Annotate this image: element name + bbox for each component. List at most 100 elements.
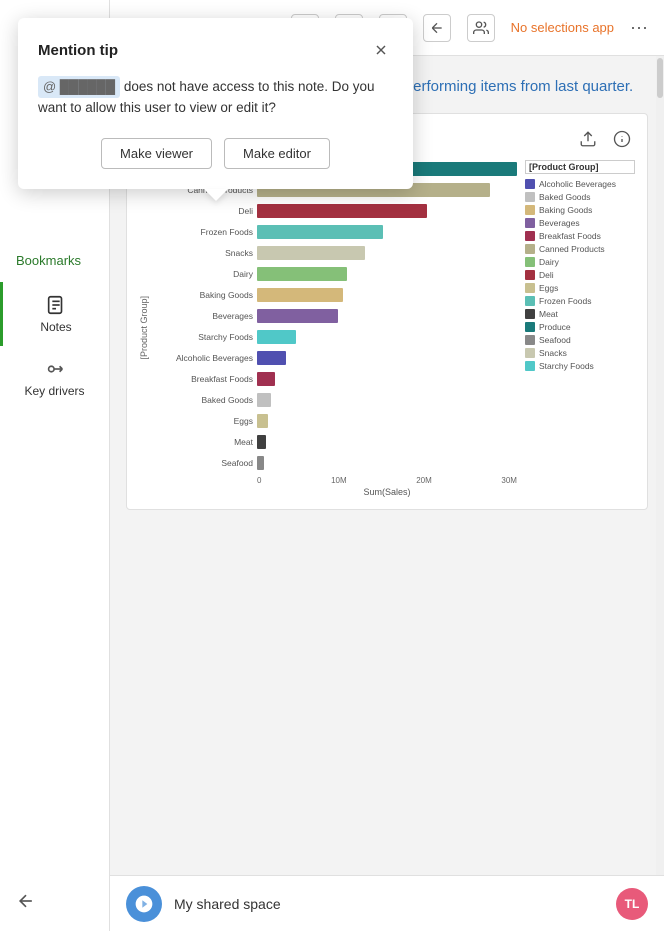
legend-item-label: Meat [539, 309, 558, 319]
popup-title: Mention tip [38, 42, 118, 59]
legend-swatch [525, 231, 535, 241]
bar-fill [257, 246, 365, 260]
collapse-sidebar-button[interactable] [16, 891, 36, 911]
legend-item-label: Alcoholic Beverages [539, 179, 616, 189]
popup-close-button[interactable] [369, 38, 393, 62]
bar-row: Meat [153, 433, 517, 451]
legend-swatch [525, 335, 535, 345]
legend-item-label: Eggs [539, 283, 558, 293]
bar-fill [257, 267, 347, 281]
scrollbar[interactable] [656, 56, 664, 875]
bar-row: Frozen Foods [153, 223, 517, 241]
sidebar-item-notes[interactable]: Notes [0, 282, 109, 346]
sidebar-item-key-drivers[interactable]: Key drivers [0, 346, 109, 410]
legend-item-label: Starchy Foods [539, 361, 594, 371]
chart-legend: [Product Group]Alcoholic BeveragesBaked … [525, 160, 635, 497]
collapse-icon [16, 891, 36, 911]
legend-item-label: Produce [539, 322, 571, 332]
collapse-panel-button[interactable] [423, 14, 451, 42]
bar-row: Deli [153, 202, 517, 220]
legend-item: Starchy Foods [525, 361, 635, 371]
legend-item: Eggs [525, 283, 635, 293]
bar-label: Seafood [153, 458, 253, 468]
legend-swatch [525, 283, 535, 293]
bar-fill [257, 309, 338, 323]
bottom-bar: My shared space TL [110, 875, 664, 931]
key-drivers-icon [44, 358, 66, 380]
legend-swatch [525, 348, 535, 358]
popup-arrow [204, 189, 228, 201]
legend-swatch [525, 296, 535, 306]
legend-swatch [525, 322, 535, 332]
bar-wrap [257, 204, 517, 218]
bar-row: Beverages [153, 307, 517, 325]
legend-item-label: Dairy [539, 257, 559, 267]
chart-export-button[interactable] [575, 126, 601, 152]
legend-item-label: Breakfast Foods [539, 231, 601, 241]
chart-info-icon [613, 130, 631, 148]
make-editor-button[interactable]: Make editor [224, 138, 330, 169]
user-avatar[interactable]: TL [616, 888, 648, 920]
bar-row: Dairy [153, 265, 517, 283]
legend-item: Seafood [525, 335, 635, 345]
legend-item-label: Baking Goods [539, 205, 592, 215]
space-icon [126, 886, 162, 922]
legend-swatch [525, 179, 535, 189]
chart-main-area: ProduceCanned ProductsDeliFrozen FoodsSn… [153, 160, 517, 497]
people-icon [473, 20, 489, 36]
bar-wrap [257, 246, 517, 260]
legend-item-label: Frozen Foods [539, 296, 591, 306]
collapse-panel-icon [429, 20, 445, 36]
bar-fill [257, 456, 264, 470]
bar-label: Snacks [153, 248, 253, 258]
close-icon [373, 42, 389, 58]
bars-area: ProduceCanned ProductsDeliFrozen FoodsSn… [153, 160, 517, 472]
bar-label: Breakfast Foods [153, 374, 253, 384]
sidebar-item-bookmarks[interactable]: Bookmarks [0, 240, 109, 282]
bar-row: Snacks [153, 244, 517, 262]
scroll-thumb[interactable] [657, 58, 663, 98]
make-viewer-button[interactable]: Make viewer [101, 138, 212, 169]
x-axis-label: Sum(Sales) [153, 487, 517, 497]
bar-label: Beverages [153, 311, 253, 321]
more-options-button[interactable]: ··· [630, 17, 648, 38]
bar-row: Seafood [153, 454, 517, 472]
bar-row: Breakfast Foods [153, 370, 517, 388]
legend-item-label: Baked Goods [539, 192, 591, 202]
chart-info-button[interactable] [609, 126, 635, 152]
bar-fill [257, 372, 275, 386]
popup-buttons: Make viewer Make editor [38, 138, 393, 169]
bar-row: Baking Goods [153, 286, 517, 304]
bar-row: Starchy Foods [153, 328, 517, 346]
legend-swatch [525, 270, 535, 280]
legend-item: Breakfast Foods [525, 231, 635, 241]
bar-wrap [257, 225, 517, 239]
legend-swatch [525, 218, 535, 228]
legend-item: Frozen Foods [525, 296, 635, 306]
bar-fill [257, 414, 268, 428]
legend-swatch [525, 257, 535, 267]
bar-wrap [257, 351, 517, 365]
legend-swatch [525, 205, 535, 215]
space-label[interactable]: My shared space [174, 896, 604, 912]
bar-chart: [Product Group] ProduceCanned ProductsDe… [139, 160, 635, 497]
popup-header: Mention tip [38, 38, 393, 62]
bar-fill [257, 393, 271, 407]
legend-swatch [525, 244, 535, 254]
legend-item: Alcoholic Beverages [525, 179, 635, 189]
bar-fill [257, 288, 343, 302]
legend-item: Beverages [525, 218, 635, 228]
space-logo-icon [134, 894, 154, 914]
bar-label: Baking Goods [153, 290, 253, 300]
legend-item-label: Deli [539, 270, 554, 280]
mention-tip-popup[interactable]: Mention tip @ ██████ does not have acces… [18, 18, 413, 189]
bar-label: Meat [153, 437, 253, 447]
legend-swatch [525, 361, 535, 371]
no-selections-label: No selections app [511, 20, 614, 35]
bar-label: Dairy [153, 269, 253, 279]
bar-wrap [257, 267, 517, 281]
x-axis: 0 10M 20M 30M [153, 476, 517, 485]
bar-fill [257, 351, 286, 365]
legend-swatch [525, 192, 535, 202]
people-button[interactable] [467, 14, 495, 42]
